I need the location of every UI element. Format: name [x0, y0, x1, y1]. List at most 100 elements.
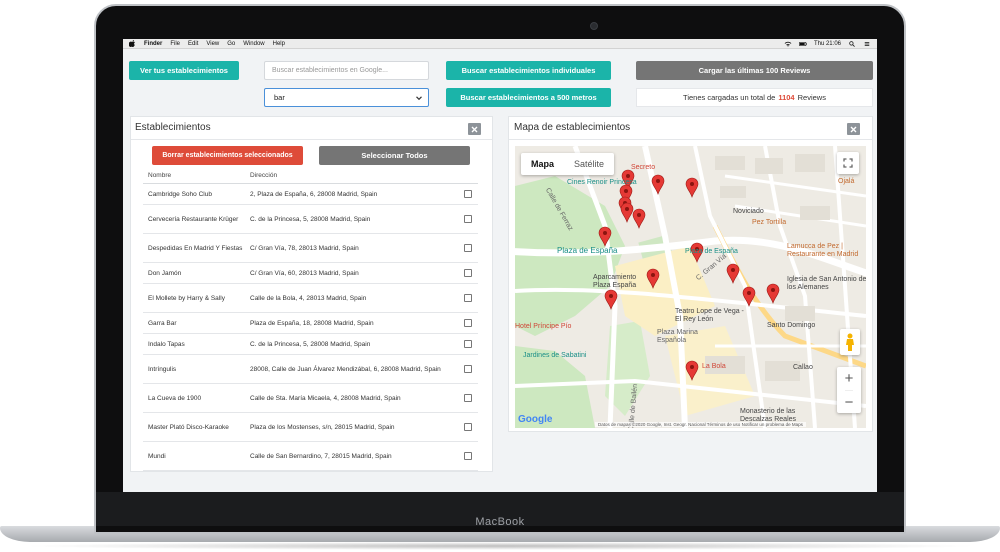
- category-select-value: bar: [274, 93, 285, 102]
- map-label-lamucca: Lamucca de Pez | Restaurante en Madrid: [787, 243, 859, 258]
- tab-satellite[interactable]: Satélite: [564, 153, 614, 175]
- row-checkbox[interactable]: [464, 452, 472, 460]
- row-name: La Cueva de 1900: [148, 394, 202, 402]
- search-individual-button[interactable]: Buscar establecimientos individuales: [446, 61, 611, 80]
- apple-icon[interactable]: [129, 40, 136, 47]
- row-checkbox[interactable]: [464, 340, 472, 348]
- row-checkbox[interactable]: [464, 190, 472, 198]
- search-500m-button[interactable]: Buscar establecimientos a 500 metros: [446, 88, 611, 107]
- table-row[interactable]: Indalo Tapas C. de la Princesa, 5, 28008 …: [143, 334, 478, 355]
- battery-icon[interactable]: [798, 41, 807, 47]
- table-header: Nombre Dirección: [143, 167, 478, 184]
- establishments-table: Nombre Dirección Cambridge Soho Club 2, P…: [143, 167, 478, 471]
- menu-file[interactable]: File: [170, 41, 180, 47]
- map-marker-dot: [637, 213, 641, 217]
- zoom-controls: + −: [837, 367, 861, 413]
- street-view-pegman[interactable]: [840, 329, 860, 355]
- table-row[interactable]: Master Plató Disco-Karaoke Plaza de los M…: [143, 413, 478, 442]
- menubar-clock[interactable]: Thu 21:06: [814, 41, 841, 47]
- map-label-secreto: Secreto: [631, 164, 656, 171]
- row-address: Calle de la Bola, 4, 28013 Madrid, Spain: [250, 294, 367, 302]
- table-row[interactable]: Garra Bar Plaza de España, 18, 28008 Madr…: [143, 313, 478, 334]
- zoom-out-button[interactable]: −: [844, 390, 854, 413]
- reviews-count: 1104: [778, 93, 795, 102]
- device-brand: MacBook: [475, 516, 525, 528]
- map-marker-dot: [626, 174, 630, 178]
- delete-selected-button[interactable]: Borrar establecimientos seleccionados: [152, 146, 303, 165]
- map-marker-dot: [747, 291, 751, 295]
- row-address: Plaza de España, 18, 28008 Madrid, Spain: [250, 319, 374, 327]
- search-icon[interactable]: [848, 40, 856, 47]
- map-marker-dot: [624, 189, 628, 193]
- map-label-plaza-espana: Plaza de España: [557, 246, 618, 255]
- google-logo: Google: [518, 414, 553, 425]
- map-marker-dot: [771, 288, 775, 292]
- map-marker-dot: [603, 231, 607, 235]
- map-label-plaza-marina: Plaza Marina Española: [657, 329, 698, 344]
- map-marker-dot: [690, 365, 694, 369]
- table-row[interactable]: Cervecería Restaurante Krüger C. de la Pr…: [143, 205, 478, 234]
- menu-edit[interactable]: Edit: [188, 41, 198, 47]
- map-label-la-bola: La Bola: [702, 363, 726, 370]
- select-all-button[interactable]: Seleccionar Todos: [319, 146, 470, 165]
- google-search-input[interactable]: Buscar establecimientos en Google...: [264, 61, 429, 80]
- row-checkbox[interactable]: [464, 394, 472, 402]
- row-checkbox[interactable]: [464, 215, 472, 223]
- load-reviews-button[interactable]: Cargar las últimas 100 Reviews: [636, 61, 873, 80]
- row-address: 2, Plaza de España, 6, 28008 Madrid, Spa…: [250, 190, 378, 198]
- table-row[interactable]: Despedidas En Madrid Y Fiestas C/ Gran Ví…: [143, 234, 478, 263]
- map-marker-dot: [656, 179, 660, 183]
- wifi-icon[interactable]: [784, 41, 792, 47]
- row-checkbox[interactable]: [464, 365, 472, 373]
- row-address: C. de la Princesa, 5, 28008 Madrid, Spai…: [250, 340, 371, 348]
- row-checkbox[interactable]: [464, 294, 472, 302]
- row-checkbox[interactable]: [464, 319, 472, 327]
- view-establishments-button[interactable]: Ver tus establecimientos: [129, 61, 239, 80]
- map-label-aparcamiento: Aparcamiento Plaza España: [593, 274, 637, 289]
- table-row[interactable]: Cambridge Soho Club 2, Plaza de España, 6…: [143, 184, 478, 205]
- table-row[interactable]: Don Jamón C/ Gran Vía, 60, 28013 Madrid, …: [143, 263, 478, 284]
- menu-view[interactable]: View: [206, 41, 219, 47]
- zoom-in-button[interactable]: +: [845, 367, 854, 390]
- row-name: Don Jamón: [148, 269, 182, 277]
- close-map-panel-button[interactable]: [847, 123, 860, 135]
- menu-help[interactable]: Help: [273, 41, 285, 47]
- row-name: Master Plató Disco-Karaoke: [148, 423, 229, 431]
- map-label-teatro: Teatro Lope de Vega - El Rey León: [675, 308, 744, 323]
- row-name: Cervecería Restaurante Krüger: [148, 215, 239, 223]
- column-header-address: Dirección: [250, 171, 278, 179]
- table-row[interactable]: La Cueva de 1900 Calle de Sta. María Mica…: [143, 384, 478, 413]
- fullscreen-button[interactable]: [837, 152, 859, 174]
- camera-icon: [590, 22, 598, 30]
- row-address: C/ Gran Vía, 60, 28013 Madrid, Spain: [250, 269, 359, 277]
- row-name: Cambridge Soho Club: [148, 190, 212, 198]
- pegman-icon: [846, 333, 854, 351]
- menu-go[interactable]: Go: [227, 41, 235, 47]
- row-checkbox[interactable]: [464, 244, 472, 252]
- table-row[interactable]: Mundi Calle de San Bernardino, 7, 28015 M…: [143, 442, 478, 471]
- category-select[interactable]: bar: [264, 88, 429, 107]
- table-body: Cambridge Soho Club 2, Plaza de España, 6…: [143, 184, 478, 471]
- map-label-ojala: Ojalá: [838, 178, 855, 185]
- table-row[interactable]: El Mollete by Harry & Sally Calle de la B…: [143, 284, 478, 313]
- map-marker-dot: [609, 294, 613, 298]
- row-address: Plaza de los Mostenses, s/n, 28015 Madri…: [250, 423, 395, 431]
- map-marker-dot: [625, 207, 629, 211]
- row-checkbox[interactable]: [464, 423, 472, 431]
- menu-list-icon[interactable]: [863, 41, 871, 47]
- row-name: Despedidas En Madrid Y Fiestas: [148, 244, 243, 252]
- row-address: 28008, Calle de Juan Álvarez Mendizábal,…: [250, 365, 441, 373]
- close-establishments-panel-button[interactable]: [468, 123, 481, 135]
- map-label-callao: Callao: [793, 364, 813, 371]
- map-marker-dot: [690, 182, 694, 186]
- menu-finder[interactable]: Finder: [144, 41, 162, 47]
- map-view[interactable]: Mapa Satélite + − Cines Renoir Princesa …: [515, 146, 866, 428]
- close-icon: [850, 126, 857, 132]
- row-checkbox[interactable]: [464, 269, 472, 277]
- tab-map[interactable]: Mapa: [521, 153, 564, 175]
- menu-window[interactable]: Window: [243, 41, 264, 47]
- map-label-cines: Cines Renoir Princesa: [567, 179, 637, 186]
- table-row[interactable]: Intríngulis 28008, Calle de Juan Álvarez …: [143, 355, 478, 384]
- map-attribution[interactable]: Datos de mapas ©2020 Google, Inst. Geogr…: [595, 422, 806, 427]
- establishments-panel-title: Establecimientos: [135, 122, 211, 133]
